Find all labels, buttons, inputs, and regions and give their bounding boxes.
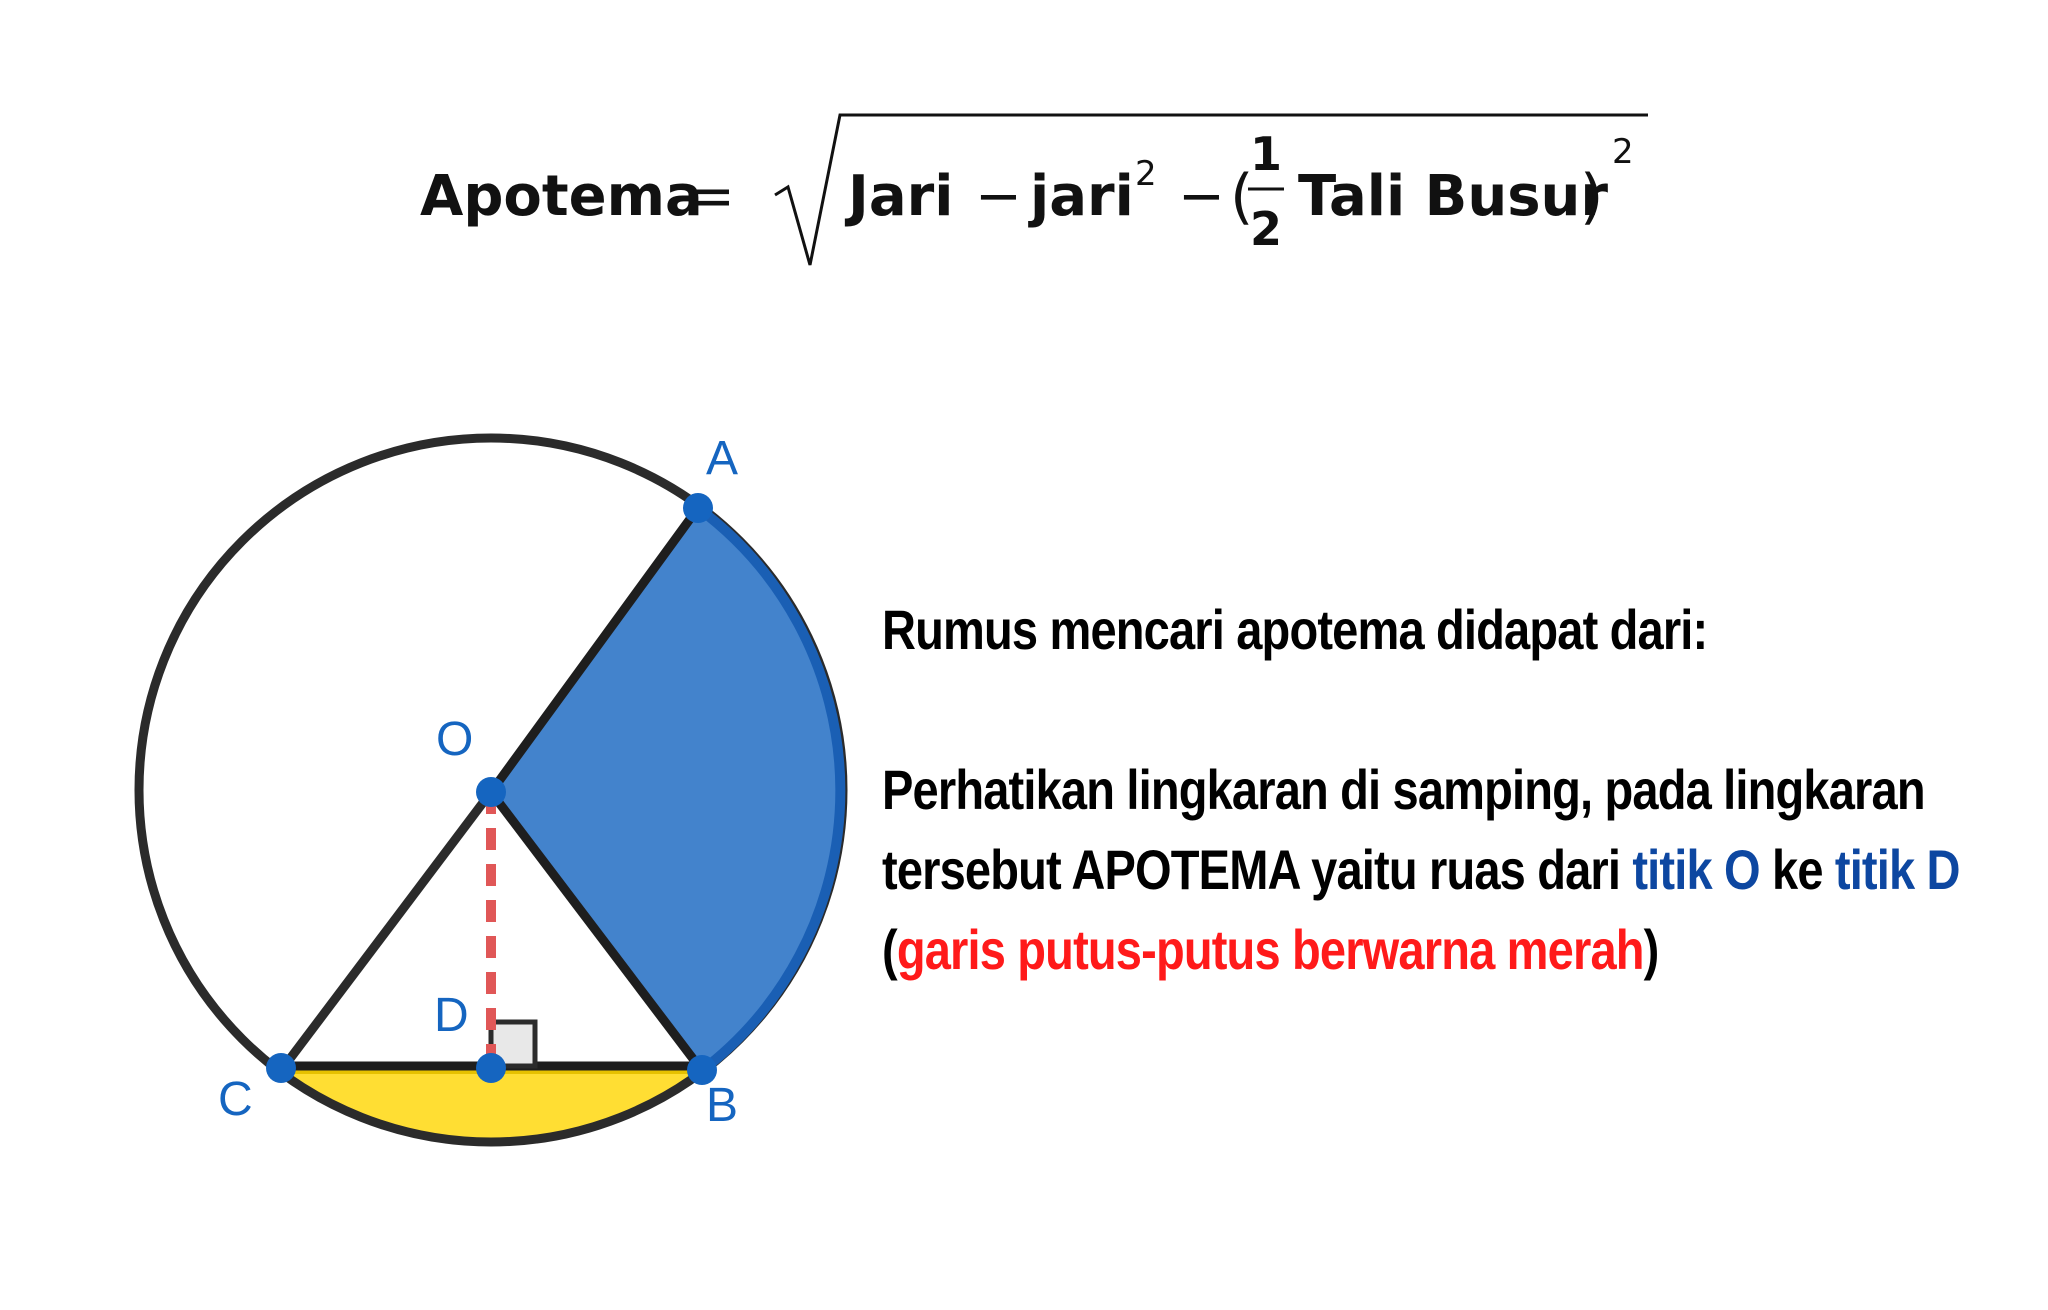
formula-exponent-1: 2 — [1135, 154, 1157, 194]
highlight-titik-o: titik O — [1632, 838, 1760, 901]
explanation-text: Rumus mencari apotema didapat dari: Perh… — [882, 590, 1961, 990]
circle-sector-blue — [491, 508, 841, 1072]
circle-diagram: A O D C B — [0, 380, 900, 1180]
highlight-titik-d: titik D — [1834, 838, 1961, 901]
formula-exponent-2: 2 — [1612, 132, 1634, 172]
label-b: B — [706, 1079, 739, 1132]
formula-term-jari: Jari — [844, 164, 953, 229]
explanation-spacer — [882, 670, 1848, 750]
paren-open: ( — [882, 918, 898, 981]
highlight-garis-merah: garis putus-putus berwarna merah — [896, 918, 1645, 981]
explanation-line-2: tersebut APOTEMA yaitu ruas dari titik O… — [882, 830, 1961, 910]
point-c — [266, 1053, 296, 1083]
point-a — [683, 493, 713, 523]
label-c: C — [218, 1073, 253, 1126]
formula-equals: = — [688, 164, 735, 229]
label-d: D — [434, 989, 469, 1042]
explanation-line-1: Perhatikan lingkaran di samping, pada li… — [882, 758, 1926, 821]
formula-minus-1: − — [975, 164, 1022, 229]
apotema-formula: Apotema = Jari − jari 2 − ( 1 2 Tali Bus… — [420, 113, 1648, 266]
fraction-denominator: 2 — [1250, 202, 1282, 256]
formula-lhs: Apotema — [420, 164, 703, 229]
formula-tali-busur: Tali Busur — [1298, 164, 1608, 229]
label-a: A — [706, 432, 739, 485]
explanation-ke: ke — [1759, 838, 1835, 901]
formula-term-jari-2: jari — [1028, 164, 1134, 229]
explanation-line-2-text: tersebut APOTEMA yaitu ruas dari — [882, 838, 1633, 901]
explanation-heading: Rumus mencari apotema didapat dari: — [882, 598, 1708, 661]
label-o: O — [436, 713, 474, 766]
point-d — [476, 1053, 506, 1083]
formula-close-paren: ) — [1580, 162, 1603, 232]
point-o — [476, 777, 506, 807]
paren-close: ) — [1643, 918, 1660, 981]
fraction-numerator: 1 — [1250, 127, 1282, 181]
explanation-line-3: (garis putus-putus berwarna merah) — [882, 910, 1848, 990]
formula-minus-2: − — [1178, 164, 1225, 229]
